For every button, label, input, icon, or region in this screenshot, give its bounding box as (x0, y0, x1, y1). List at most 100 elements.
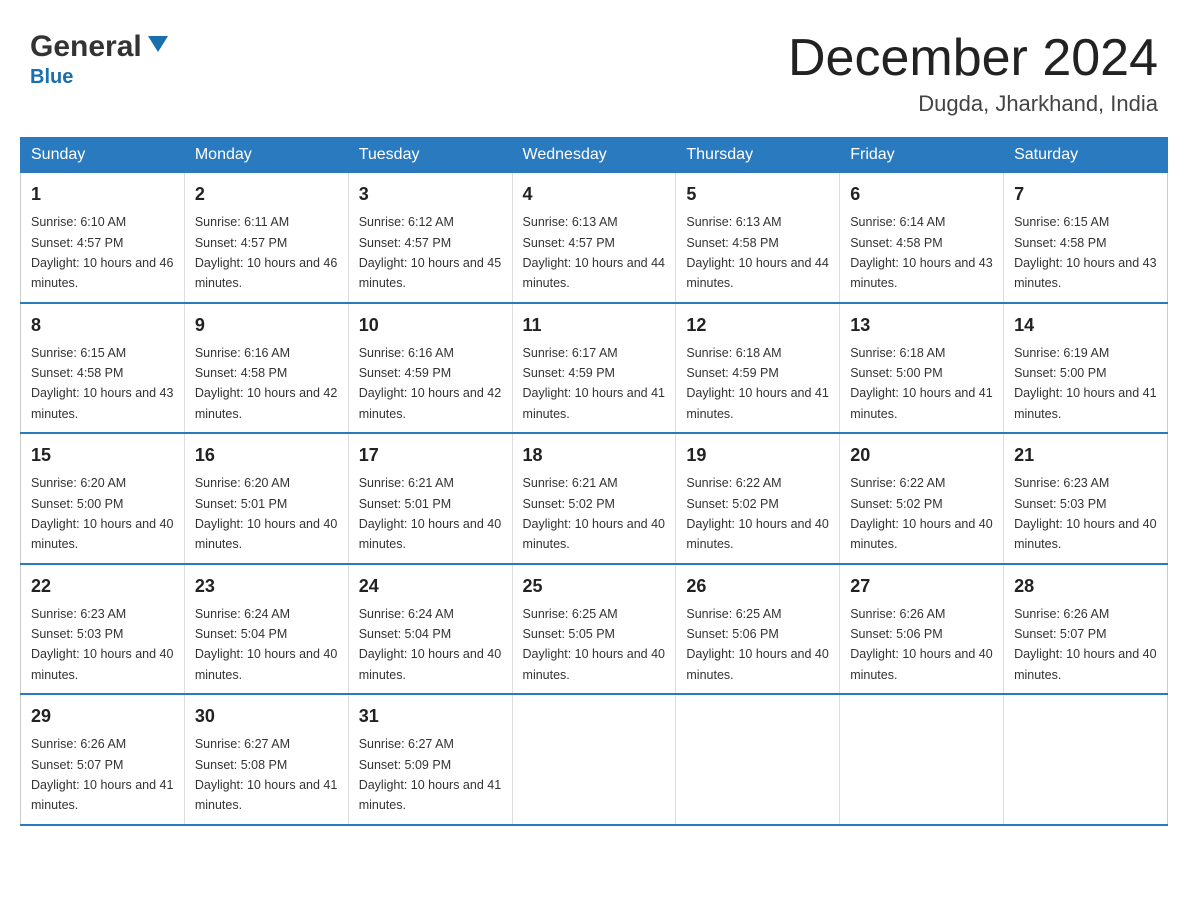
col-friday: Friday (840, 138, 1004, 173)
day-number: 30 (195, 703, 338, 730)
table-row: 25 Sunrise: 6:25 AMSunset: 5:05 PMDaylig… (512, 564, 676, 695)
day-number: 13 (850, 312, 993, 339)
day-info: Sunrise: 6:26 AMSunset: 5:06 PMDaylight:… (850, 607, 992, 682)
day-info: Sunrise: 6:16 AMSunset: 4:58 PMDaylight:… (195, 346, 337, 421)
day-number: 14 (1014, 312, 1157, 339)
table-row: 22 Sunrise: 6:23 AMSunset: 5:03 PMDaylig… (21, 564, 185, 695)
table-row: 17 Sunrise: 6:21 AMSunset: 5:01 PMDaylig… (348, 433, 512, 564)
table-row: 24 Sunrise: 6:24 AMSunset: 5:04 PMDaylig… (348, 564, 512, 695)
table-row: 21 Sunrise: 6:23 AMSunset: 5:03 PMDaylig… (1004, 433, 1168, 564)
table-row (840, 694, 1004, 825)
day-number: 24 (359, 573, 502, 600)
table-row: 15 Sunrise: 6:20 AMSunset: 5:00 PMDaylig… (21, 433, 185, 564)
calendar-week-row: 29 Sunrise: 6:26 AMSunset: 5:07 PMDaylig… (21, 694, 1168, 825)
day-info: Sunrise: 6:26 AMSunset: 5:07 PMDaylight:… (31, 737, 173, 812)
table-row: 4 Sunrise: 6:13 AMSunset: 4:57 PMDayligh… (512, 173, 676, 303)
day-info: Sunrise: 6:17 AMSunset: 4:59 PMDaylight:… (523, 346, 665, 421)
day-info: Sunrise: 6:27 AMSunset: 5:08 PMDaylight:… (195, 737, 337, 812)
day-number: 31 (359, 703, 502, 730)
col-sunday: Sunday (21, 138, 185, 173)
table-row: 29 Sunrise: 6:26 AMSunset: 5:07 PMDaylig… (21, 694, 185, 825)
day-number: 6 (850, 181, 993, 208)
title-block: December 2024 Dugda, Jharkhand, India (788, 30, 1158, 117)
table-row: 12 Sunrise: 6:18 AMSunset: 4:59 PMDaylig… (676, 303, 840, 434)
table-row: 11 Sunrise: 6:17 AMSunset: 4:59 PMDaylig… (512, 303, 676, 434)
day-info: Sunrise: 6:18 AMSunset: 4:59 PMDaylight:… (686, 346, 828, 421)
day-info: Sunrise: 6:24 AMSunset: 5:04 PMDaylight:… (359, 607, 501, 682)
col-tuesday: Tuesday (348, 138, 512, 173)
table-row: 18 Sunrise: 6:21 AMSunset: 5:02 PMDaylig… (512, 433, 676, 564)
day-number: 25 (523, 573, 666, 600)
day-number: 16 (195, 442, 338, 469)
table-row: 14 Sunrise: 6:19 AMSunset: 5:00 PMDaylig… (1004, 303, 1168, 434)
day-number: 2 (195, 181, 338, 208)
table-row: 3 Sunrise: 6:12 AMSunset: 4:57 PMDayligh… (348, 173, 512, 303)
day-number: 8 (31, 312, 174, 339)
day-number: 29 (31, 703, 174, 730)
day-number: 3 (359, 181, 502, 208)
day-info: Sunrise: 6:20 AMSunset: 5:01 PMDaylight:… (195, 476, 337, 551)
table-row: 16 Sunrise: 6:20 AMSunset: 5:01 PMDaylig… (184, 433, 348, 564)
calendar-week-row: 15 Sunrise: 6:20 AMSunset: 5:00 PMDaylig… (21, 433, 1168, 564)
day-info: Sunrise: 6:21 AMSunset: 5:01 PMDaylight:… (359, 476, 501, 551)
day-number: 1 (31, 181, 174, 208)
day-number: 17 (359, 442, 502, 469)
day-info: Sunrise: 6:16 AMSunset: 4:59 PMDaylight:… (359, 346, 501, 421)
day-number: 7 (1014, 181, 1157, 208)
table-row: 13 Sunrise: 6:18 AMSunset: 5:00 PMDaylig… (840, 303, 1004, 434)
col-thursday: Thursday (676, 138, 840, 173)
day-number: 27 (850, 573, 993, 600)
day-number: 21 (1014, 442, 1157, 469)
day-number: 11 (523, 312, 666, 339)
calendar-week-row: 22 Sunrise: 6:23 AMSunset: 5:03 PMDaylig… (21, 564, 1168, 695)
day-info: Sunrise: 6:25 AMSunset: 5:05 PMDaylight:… (523, 607, 665, 682)
day-number: 18 (523, 442, 666, 469)
col-wednesday: Wednesday (512, 138, 676, 173)
day-info: Sunrise: 6:15 AMSunset: 4:58 PMDaylight:… (1014, 215, 1156, 290)
col-monday: Monday (184, 138, 348, 173)
day-number: 19 (686, 442, 829, 469)
table-row: 8 Sunrise: 6:15 AMSunset: 4:58 PMDayligh… (21, 303, 185, 434)
table-row: 26 Sunrise: 6:25 AMSunset: 5:06 PMDaylig… (676, 564, 840, 695)
table-row: 10 Sunrise: 6:16 AMSunset: 4:59 PMDaylig… (348, 303, 512, 434)
day-info: Sunrise: 6:20 AMSunset: 5:00 PMDaylight:… (31, 476, 173, 551)
day-number: 22 (31, 573, 174, 600)
table-row: 19 Sunrise: 6:22 AMSunset: 5:02 PMDaylig… (676, 433, 840, 564)
table-row: 20 Sunrise: 6:22 AMSunset: 5:02 PMDaylig… (840, 433, 1004, 564)
day-info: Sunrise: 6:23 AMSunset: 5:03 PMDaylight:… (1014, 476, 1156, 551)
day-info: Sunrise: 6:22 AMSunset: 5:02 PMDaylight:… (686, 476, 828, 551)
day-number: 5 (686, 181, 829, 208)
day-info: Sunrise: 6:13 AMSunset: 4:57 PMDaylight:… (523, 215, 665, 290)
table-row: 31 Sunrise: 6:27 AMSunset: 5:09 PMDaylig… (348, 694, 512, 825)
day-info: Sunrise: 6:26 AMSunset: 5:07 PMDaylight:… (1014, 607, 1156, 682)
day-info: Sunrise: 6:27 AMSunset: 5:09 PMDaylight:… (359, 737, 501, 812)
table-row: 6 Sunrise: 6:14 AMSunset: 4:58 PMDayligh… (840, 173, 1004, 303)
logo-blue-text: Blue (30, 66, 73, 89)
table-row: 27 Sunrise: 6:26 AMSunset: 5:06 PMDaylig… (840, 564, 1004, 695)
day-number: 10 (359, 312, 502, 339)
calendar-week-row: 8 Sunrise: 6:15 AMSunset: 4:58 PMDayligh… (21, 303, 1168, 434)
day-number: 26 (686, 573, 829, 600)
day-info: Sunrise: 6:22 AMSunset: 5:02 PMDaylight:… (850, 476, 992, 551)
day-number: 20 (850, 442, 993, 469)
calendar-table: Sunday Monday Tuesday Wednesday Thursday… (20, 137, 1168, 826)
day-number: 28 (1014, 573, 1157, 600)
day-info: Sunrise: 6:18 AMSunset: 5:00 PMDaylight:… (850, 346, 992, 421)
table-row (676, 694, 840, 825)
table-row (512, 694, 676, 825)
col-saturday: Saturday (1004, 138, 1168, 173)
table-row: 5 Sunrise: 6:13 AMSunset: 4:58 PMDayligh… (676, 173, 840, 303)
table-row: 23 Sunrise: 6:24 AMSunset: 5:04 PMDaylig… (184, 564, 348, 695)
day-info: Sunrise: 6:21 AMSunset: 5:02 PMDaylight:… (523, 476, 665, 551)
logo-triangle-icon (144, 30, 172, 58)
table-row: 2 Sunrise: 6:11 AMSunset: 4:57 PMDayligh… (184, 173, 348, 303)
table-row: 28 Sunrise: 6:26 AMSunset: 5:07 PMDaylig… (1004, 564, 1168, 695)
day-info: Sunrise: 6:11 AMSunset: 4:57 PMDaylight:… (195, 215, 337, 290)
day-info: Sunrise: 6:12 AMSunset: 4:57 PMDaylight:… (359, 215, 501, 290)
day-info: Sunrise: 6:24 AMSunset: 5:04 PMDaylight:… (195, 607, 337, 682)
day-info: Sunrise: 6:14 AMSunset: 4:58 PMDaylight:… (850, 215, 992, 290)
month-title: December 2024 (788, 30, 1158, 87)
calendar-week-row: 1 Sunrise: 6:10 AMSunset: 4:57 PMDayligh… (21, 173, 1168, 303)
day-number: 4 (523, 181, 666, 208)
day-info: Sunrise: 6:25 AMSunset: 5:06 PMDaylight:… (686, 607, 828, 682)
